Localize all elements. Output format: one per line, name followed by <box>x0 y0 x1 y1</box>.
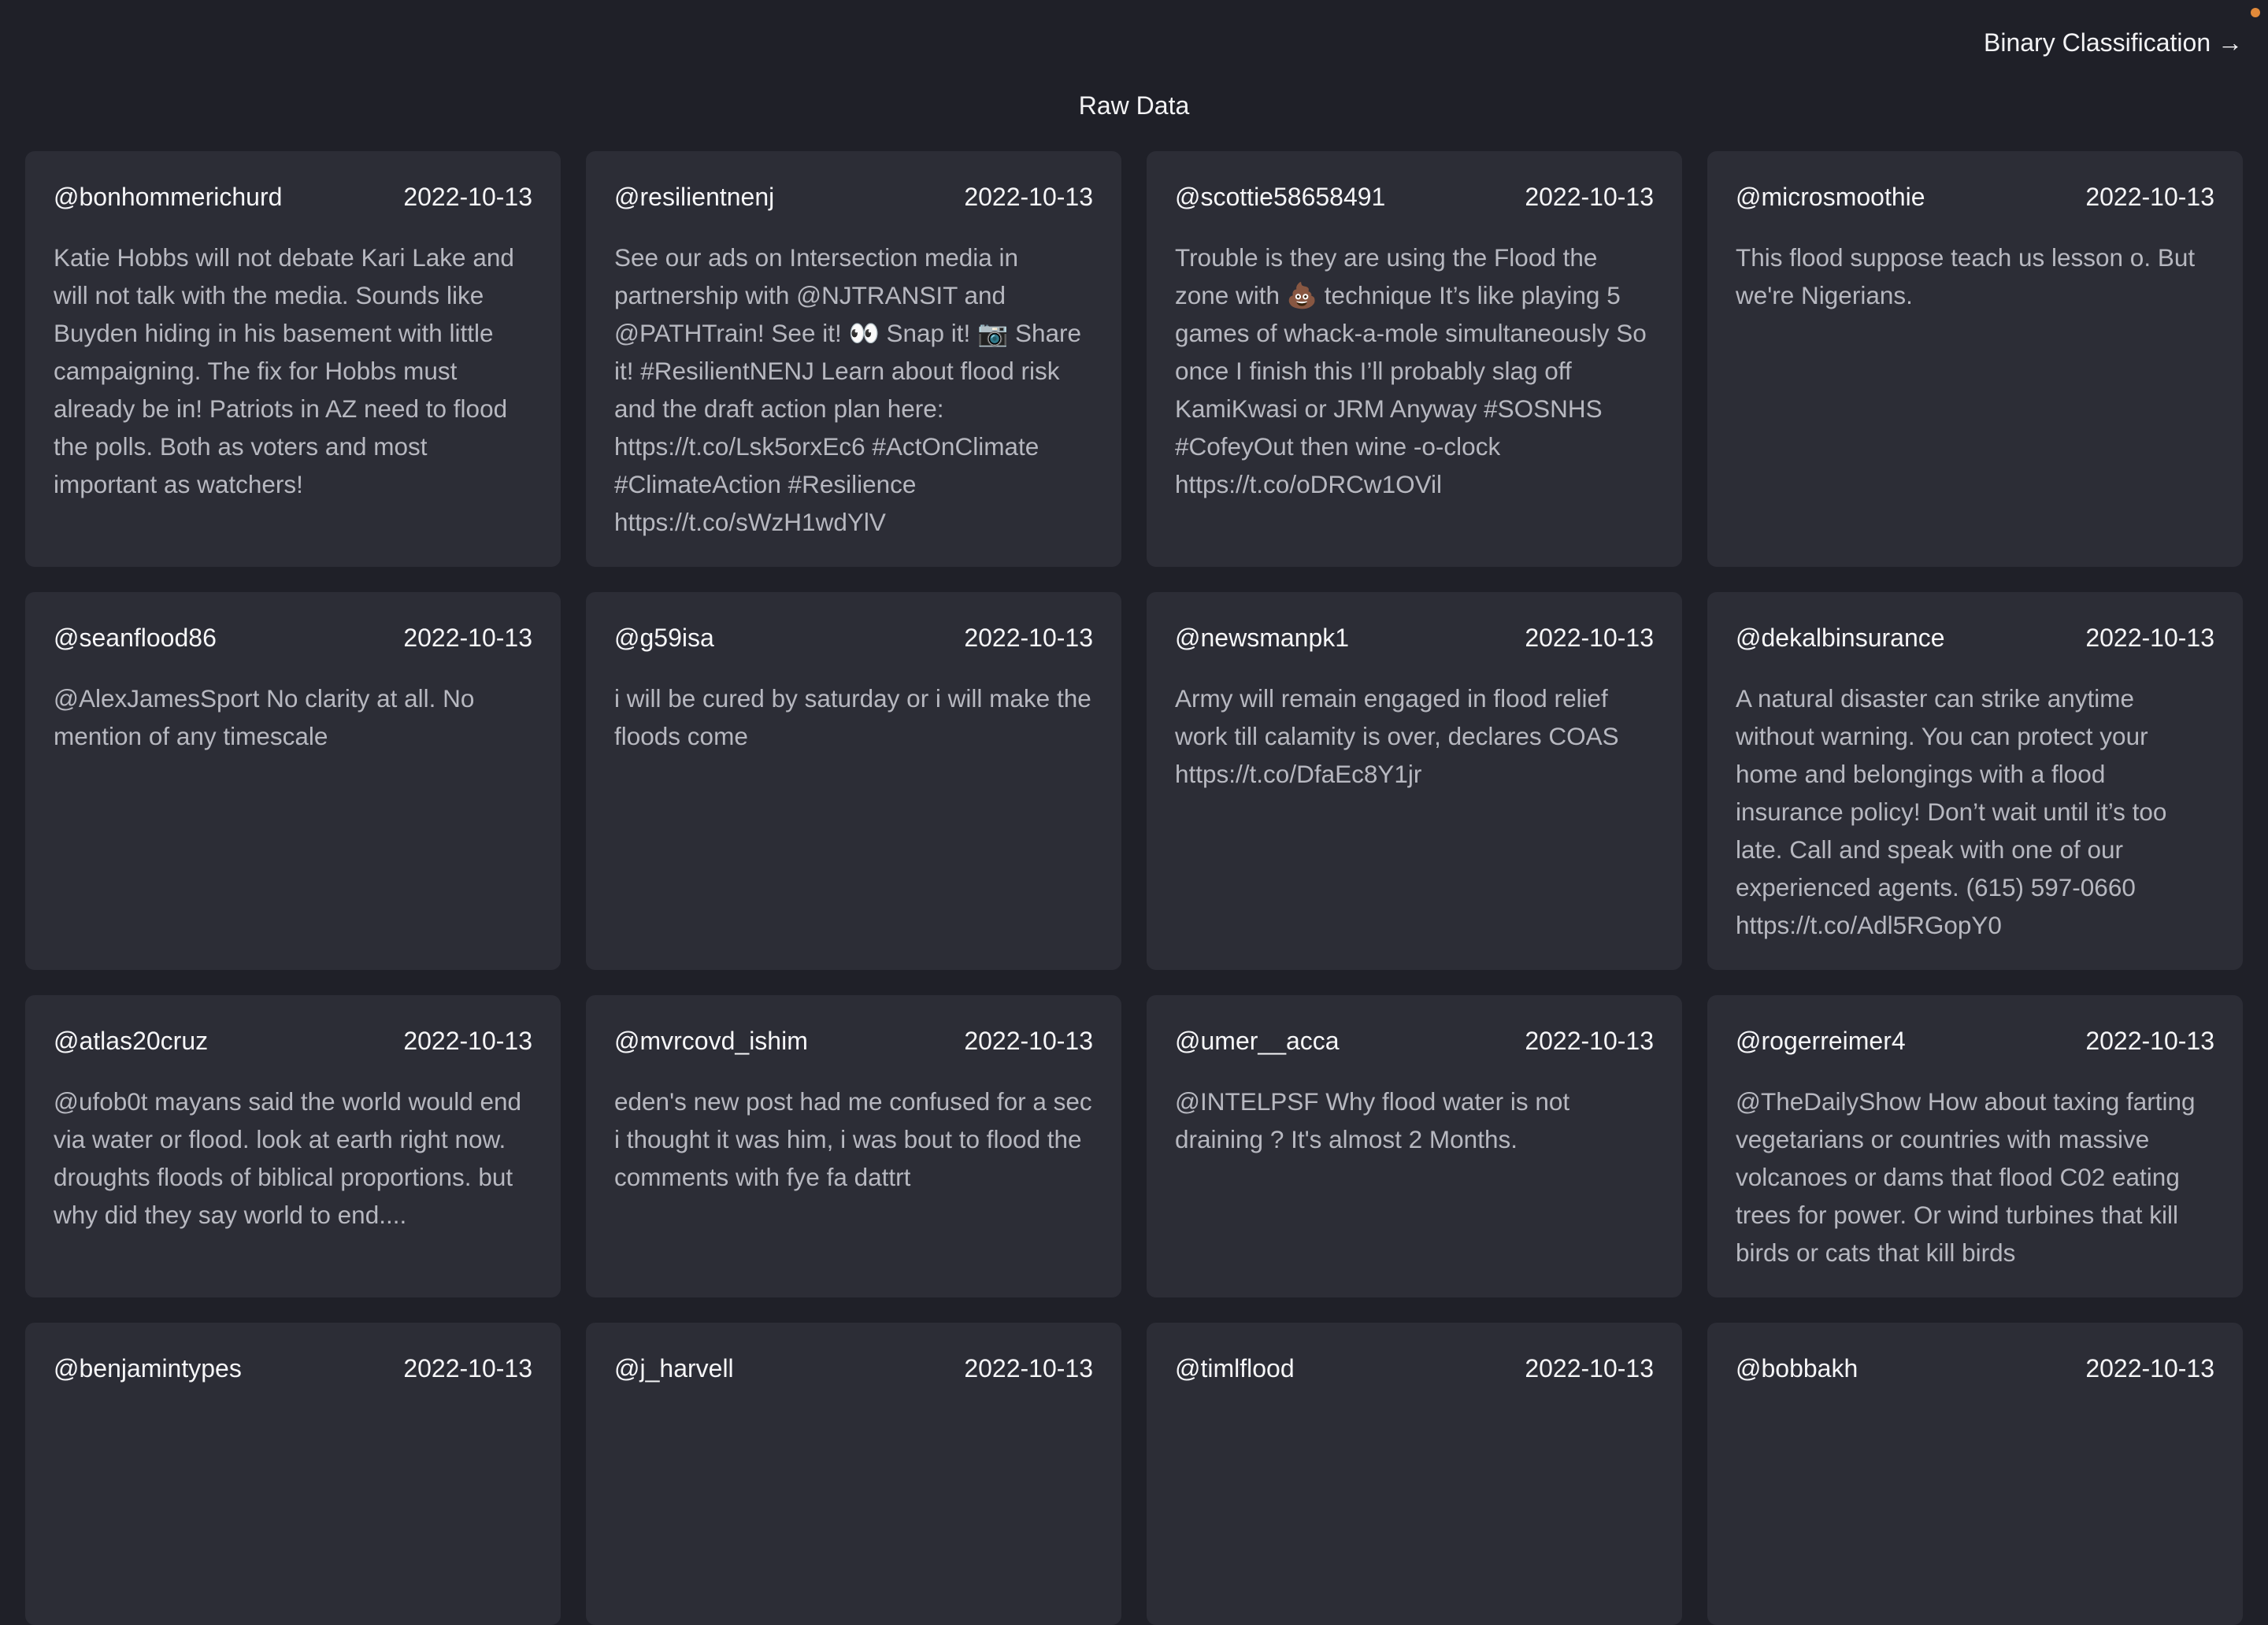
tweet-card-header: @newsmanpk1 2022-10-13 <box>1175 624 1654 653</box>
tweet-card: @atlas20cruz 2022-10-13 @ufob0t mayans s… <box>25 995 561 1297</box>
tweet-text: @TheDailyShow How about taxing farting v… <box>1736 1087 2196 1267</box>
tweet-date: 2022-10-13 <box>964 183 1093 211</box>
tweet-username: @dekalbinsurance <box>1736 624 1945 652</box>
tweet-card: @scottie58658491 2022-10-13 Trouble is t… <box>1147 151 1682 567</box>
tweet-text: @AlexJamesSport No clarity at all. No me… <box>54 684 475 750</box>
tweet-username: @scottie58658491 <box>1175 183 1386 211</box>
tweet-card-header: @bonhommerichurd 2022-10-13 <box>54 183 532 212</box>
tweet-date: 2022-10-13 <box>1525 1354 1654 1383</box>
tweet-card-header: @bobbakh 2022-10-13 <box>1736 1354 2214 1383</box>
tweet-card-header: @benjamintypes 2022-10-13 <box>54 1354 532 1383</box>
tweet-card: @resilientnenj 2022-10-13 See our ads on… <box>586 151 1121 567</box>
tweet-text: Trouble is they are using the Flood the … <box>1175 243 1647 498</box>
tweet-username: @resilientnenj <box>614 183 775 211</box>
tweet-date: 2022-10-13 <box>1525 183 1654 211</box>
tweet-card: @newsmanpk1 2022-10-13 Army will remain … <box>1147 592 1682 970</box>
tweet-text: This flood suppose teach us lesson o. Bu… <box>1736 243 2196 309</box>
tweet-card-header: @mvrcovd_ishim 2022-10-13 <box>614 1027 1093 1056</box>
tweet-username: @umer__acca <box>1175 1027 1340 1055</box>
tweet-card-header: @j_harvell 2022-10-13 <box>614 1354 1093 1383</box>
tweet-text: @ufob0t mayans said the world would end … <box>54 1087 522 1229</box>
tweet-card: @umer__acca 2022-10-13 @INTELPSF Why flo… <box>1147 995 1682 1297</box>
tweet-username: @seanflood86 <box>54 624 217 652</box>
tweet-card: @mvrcovd_ishim 2022-10-13 eden's new pos… <box>586 995 1121 1297</box>
tweet-text: @INTELPSF Why flood water is not drainin… <box>1175 1087 1570 1153</box>
tweet-username: @benjamintypes <box>54 1354 242 1383</box>
tweet-card: @bobbakh 2022-10-13 <box>1707 1323 2243 1625</box>
tweet-card: @timlflood 2022-10-13 <box>1147 1323 1682 1625</box>
tweet-card-header: @microsmoothie 2022-10-13 <box>1736 183 2214 212</box>
binary-classification-link[interactable]: Binary Classification → <box>1984 28 2243 57</box>
tweet-date: 2022-10-13 <box>403 1027 532 1055</box>
tweet-date: 2022-10-13 <box>403 624 532 652</box>
tweet-card-header: @umer__acca 2022-10-13 <box>1175 1027 1654 1056</box>
tweet-text: Katie Hobbs will not debate Kari Lake an… <box>54 243 514 498</box>
tweet-date: 2022-10-13 <box>964 624 1093 652</box>
tweet-card-header: @dekalbinsurance 2022-10-13 <box>1736 624 2214 653</box>
tweet-username: @rogerreimer4 <box>1736 1027 1906 1055</box>
tweet-card: @bonhommerichurd 2022-10-13 Katie Hobbs … <box>25 151 561 567</box>
tweet-card: @benjamintypes 2022-10-13 <box>25 1323 561 1625</box>
tweet-username: @atlas20cruz <box>54 1027 209 1055</box>
tweet-text: i will be cured by saturday or i will ma… <box>614 684 1091 750</box>
tweet-username: @bobbakh <box>1736 1354 1858 1383</box>
tweet-card: @dekalbinsurance 2022-10-13 A natural di… <box>1707 592 2243 970</box>
tweet-card-header: @seanflood86 2022-10-13 <box>54 624 532 653</box>
tweet-username: @mvrcovd_ishim <box>614 1027 808 1055</box>
tweet-username: @bonhommerichurd <box>54 183 283 211</box>
tweet-text: See our ads on Intersection media in par… <box>614 243 1082 536</box>
tweet-date: 2022-10-13 <box>2085 1027 2214 1055</box>
tweet-date: 2022-10-13 <box>2085 1354 2214 1383</box>
tweet-username: @timlflood <box>1175 1354 1295 1383</box>
tweet-date: 2022-10-13 <box>2085 183 2214 211</box>
tweet-text: eden's new post had me confused for a se… <box>614 1087 1092 1191</box>
tweet-username: @g59isa <box>614 624 714 652</box>
tweet-card: @g59isa 2022-10-13 i will be cured by sa… <box>586 592 1121 970</box>
tweet-date: 2022-10-13 <box>964 1027 1093 1055</box>
tweet-card: @seanflood86 2022-10-13 @AlexJamesSport … <box>25 592 561 970</box>
tweet-card-header: @scottie58658491 2022-10-13 <box>1175 183 1654 212</box>
page-title: Raw Data <box>1078 91 1190 120</box>
tweet-date: 2022-10-13 <box>403 183 532 211</box>
tweet-date: 2022-10-13 <box>2085 624 2214 652</box>
tweet-card: @microsmoothie 2022-10-13 This flood sup… <box>1707 151 2243 567</box>
tweet-date: 2022-10-13 <box>1525 1027 1654 1055</box>
tweet-date: 2022-10-13 <box>1525 624 1654 652</box>
tweet-username: @j_harvell <box>614 1354 734 1383</box>
tweet-card-header: @resilientnenj 2022-10-13 <box>614 183 1093 212</box>
tweet-text: A natural disaster can strike anytime wi… <box>1736 684 2167 939</box>
tweet-card-header: @timlflood 2022-10-13 <box>1175 1354 1654 1383</box>
tweet-card-header: @atlas20cruz 2022-10-13 <box>54 1027 532 1056</box>
tweet-username: @microsmoothie <box>1736 183 1925 211</box>
tweet-date: 2022-10-13 <box>403 1354 532 1383</box>
tweet-username: @newsmanpk1 <box>1175 624 1350 652</box>
tweet-card: @j_harvell 2022-10-13 <box>586 1323 1121 1625</box>
status-indicator-dot <box>2251 8 2260 17</box>
tweet-card: @rogerreimer4 2022-10-13 @TheDailyShow H… <box>1707 995 2243 1297</box>
tweet-card-header: @g59isa 2022-10-13 <box>614 624 1093 653</box>
tweet-card-header: @rogerreimer4 2022-10-13 <box>1736 1027 2214 1056</box>
tweet-date: 2022-10-13 <box>964 1354 1093 1383</box>
tweet-grid: @bonhommerichurd 2022-10-13 Katie Hobbs … <box>25 151 2243 1625</box>
tweet-text: Army will remain engaged in flood relief… <box>1175 684 1619 788</box>
